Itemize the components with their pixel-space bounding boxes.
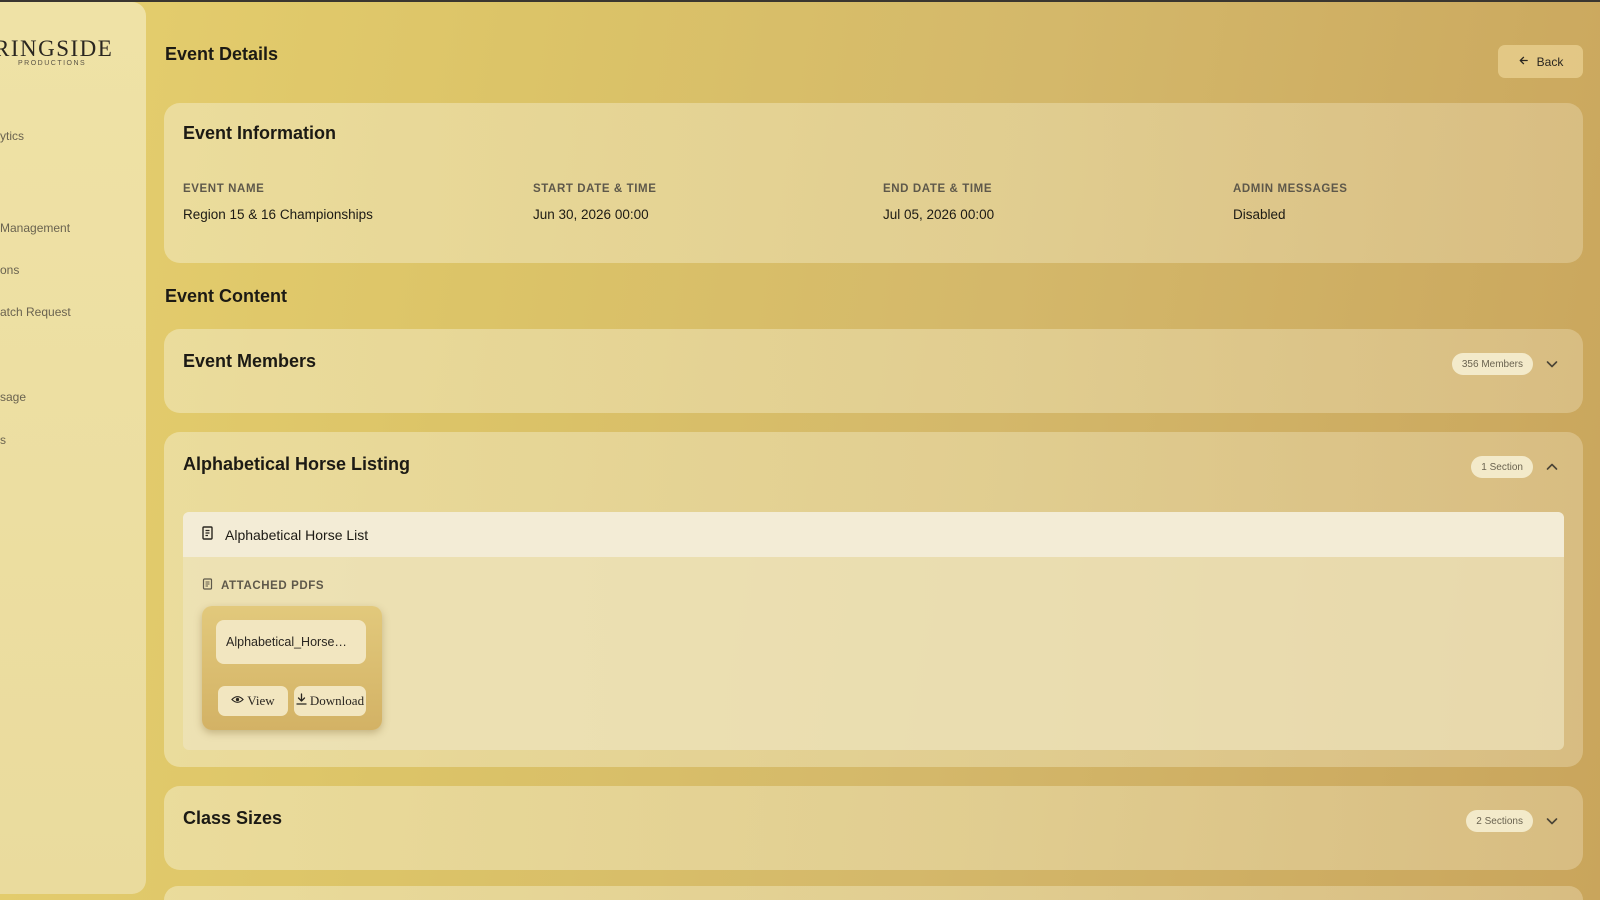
admin-messages-value: Disabled: [1233, 207, 1286, 222]
logo-wordmark: RINGSIDE: [0, 36, 114, 61]
end-date-value: Jul 05, 2026 00:00: [883, 207, 995, 222]
class-sizes-accordion[interactable]: Class Sizes 2 Sections: [164, 786, 1583, 870]
sidebar-item-message[interactable]: sage: [0, 390, 26, 404]
event-name-field: EVENT NAME Region 15 & 16 Championships: [183, 183, 373, 222]
chevron-down-icon[interactable]: [1543, 812, 1561, 830]
members-count-badge: 356 Members: [1451, 353, 1533, 375]
event-members-title: Event Members: [183, 351, 317, 371]
window-top-border: [0, 0, 1600, 2]
end-date-label: END DATE & TIME: [883, 183, 993, 195]
admin-messages-label: ADMIN MESSAGES: [1233, 183, 1348, 195]
download-button-label: Download: [309, 693, 365, 708]
next-accordion-partial[interactable]: [164, 886, 1583, 900]
chevron-up-icon[interactable]: [1543, 458, 1561, 476]
horse-listing-title: Alphabetical Horse Listing: [183, 454, 411, 474]
logo-subtitle: PRODUCTIONS: [18, 60, 87, 67]
event-information-card: Event Information EVENT NAME Region 15 &…: [164, 103, 1583, 263]
sidebar-item-match-request[interactable]: atch Request: [0, 305, 71, 319]
sidebar-item-management[interactable]: Management: [0, 221, 70, 235]
pdf-file-name: Alphabetical_Horse…: [216, 620, 366, 664]
start-date-field: START DATE & TIME Jun 30, 2026 00:00: [533, 183, 657, 222]
start-date-label: START DATE & TIME: [533, 183, 657, 195]
admin-messages-field: ADMIN MESSAGES Disabled: [1233, 183, 1347, 222]
start-date-value: Jun 30, 2026 00:00: [533, 207, 649, 222]
chevron-down-icon[interactable]: [1543, 355, 1561, 373]
end-date-field: END DATE & TIME Jul 05, 2026 00:00: [883, 183, 994, 222]
download-pdf-button[interactable]: Download: [294, 686, 366, 716]
class-sizes-title: Class Sizes: [183, 808, 283, 828]
pdf-file-icon: [202, 578, 214, 593]
eye-icon: [231, 693, 245, 709]
class-sizes-count-badge: 2 Sections: [1466, 810, 1533, 832]
horse-list-section-title: Alphabetical Horse List: [225, 526, 369, 543]
horse-listing-accordion[interactable]: Alphabetical Horse Listing 1 Section Alp…: [164, 432, 1583, 767]
event-name-label: EVENT NAME: [183, 183, 265, 195]
horse-list-section-header[interactable]: Alphabetical Horse List: [183, 512, 1564, 557]
page-title: Event Details: [165, 44, 279, 64]
pdf-card: Alphabetical_Horse… View Download: [202, 606, 382, 730]
brand-logo[interactable]: RINGSIDE PRODUCTIONS: [0, 36, 144, 67]
view-pdf-button[interactable]: View: [218, 686, 288, 716]
sidebar: RINGSIDE PRODUCTIONS ytics Management on…: [0, 2, 146, 894]
back-button-label: Back: [1536, 54, 1564, 69]
sections-count-badge: 1 Section: [1471, 456, 1533, 478]
download-icon: [296, 693, 307, 709]
sidebar-item-analytics[interactable]: ytics: [0, 129, 24, 143]
event-members-accordion[interactable]: Event Members 356 Members: [164, 329, 1583, 413]
event-name-value: Region 15 & 16 Championships: [183, 207, 373, 222]
sidebar-item-options[interactable]: ons: [0, 263, 19, 277]
attached-pdfs-heading: ATTACHED PDFS: [202, 578, 324, 593]
view-button-label: View: [247, 693, 275, 708]
arrow-left-icon: [1518, 55, 1529, 69]
attached-pdfs-label: ATTACHED PDFS: [221, 579, 325, 592]
document-icon: [201, 526, 215, 543]
horse-list-section: Alphabetical Horse List ATTACHED PDFS Al…: [183, 512, 1564, 750]
event-information-title: Event Information: [183, 123, 337, 143]
event-content-title: Event Content: [165, 286, 288, 306]
back-button[interactable]: Back: [1498, 45, 1583, 78]
sidebar-item-settings[interactable]: s: [0, 433, 6, 447]
